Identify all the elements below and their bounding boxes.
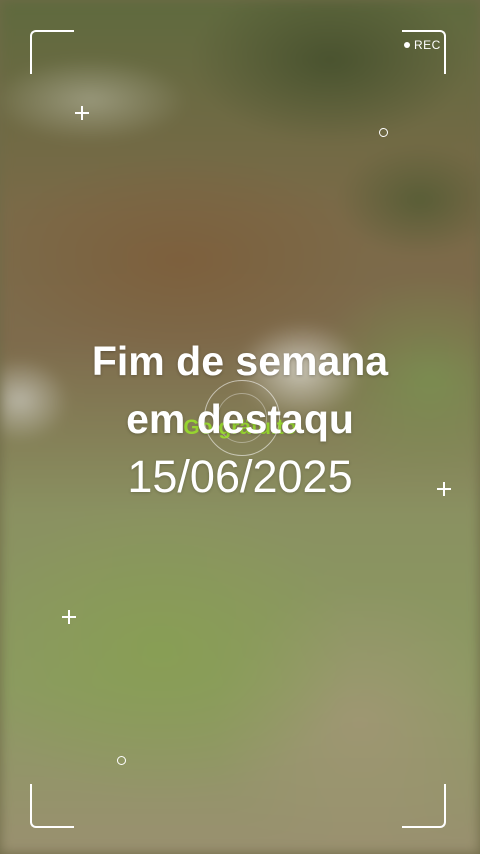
title-line-2: em destaqu [126,396,354,442]
circle-marker-icon [379,128,388,137]
title-line-1: Fim de semana [91,338,389,384]
corner-bracket-icon [402,784,446,828]
plus-icon [75,106,89,120]
corner-bracket-icon [30,784,74,828]
record-dot-icon [404,42,410,48]
plus-icon [62,610,76,624]
date-label: 15/06/2025 [127,451,353,502]
rec-indicator: REC [404,38,441,52]
circle-marker-icon [117,756,126,765]
corner-bracket-icon [402,30,446,74]
corner-bracket-icon [30,30,74,74]
rec-label: REC [414,38,441,52]
